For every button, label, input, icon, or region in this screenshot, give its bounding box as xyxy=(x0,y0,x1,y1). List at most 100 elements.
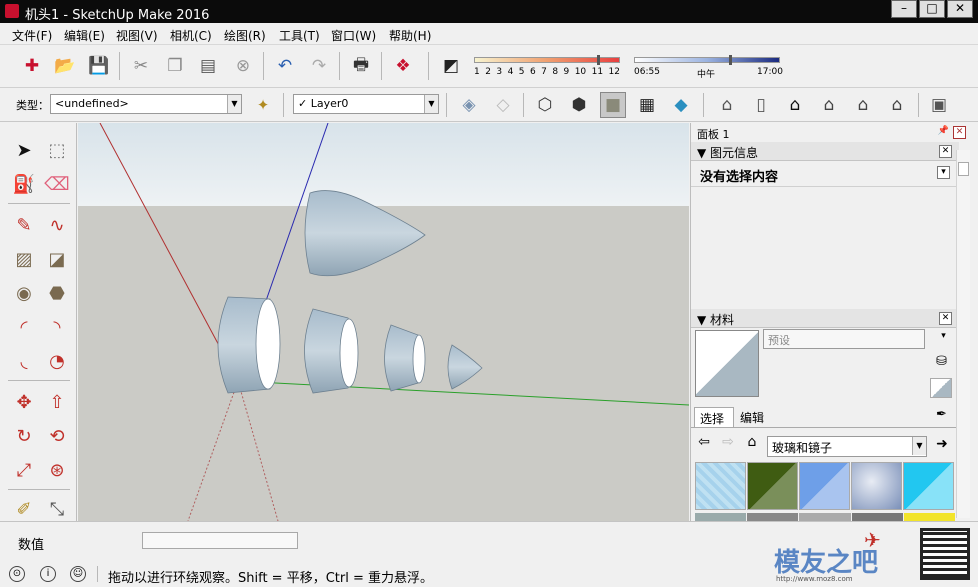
right-view-icon[interactable]: ⌂ xyxy=(816,92,842,118)
home-icon[interactable]: ⌂ xyxy=(741,431,763,453)
top-view-icon[interactable]: ▯ xyxy=(748,92,774,118)
scale-tool-icon[interactable]: ⤢ xyxy=(10,456,38,484)
shaded-icon[interactable]: ■ xyxy=(600,92,626,118)
wireframe-icon[interactable]: ⬡ xyxy=(532,92,558,118)
menu-draw[interactable]: 绘图(R) xyxy=(224,27,266,44)
large-toolset-icon[interactable]: ▣ xyxy=(926,92,952,118)
tape-measure-icon[interactable]: ✐ xyxy=(10,495,38,523)
undo-icon[interactable]: ↶ xyxy=(272,53,298,79)
back-icon[interactable]: ⇦ xyxy=(693,431,715,453)
erase-icon[interactable]: ⊗ xyxy=(230,53,256,79)
save-icon[interactable]: 💾 xyxy=(86,53,112,79)
make-component-icon[interactable]: ⬚ xyxy=(43,136,71,164)
print-icon[interactable]: 🖶 xyxy=(348,53,374,79)
panel-scrollbar[interactable] xyxy=(956,150,970,518)
chevron-down-icon[interactable]: ▼ xyxy=(424,95,438,113)
component-options-icon[interactable]: ✦ xyxy=(250,92,276,118)
eyedropper-icon[interactable]: ✒ xyxy=(935,408,948,422)
freehand-icon[interactable]: ∿ xyxy=(43,211,71,239)
create-material-icon[interactable]: ▾ xyxy=(937,331,950,344)
scrollbar-thumb[interactable] xyxy=(958,162,969,176)
polygon-tool-icon[interactable]: ⬣ xyxy=(43,279,71,307)
back-edges-icon[interactable]: ◇ xyxy=(490,92,516,118)
close-button[interactable]: ✕ xyxy=(947,0,973,18)
time-slider-thumb[interactable] xyxy=(729,55,732,65)
eraser-icon[interactable]: ⌫ xyxy=(43,170,71,198)
scene-canvas[interactable] xyxy=(78,123,689,521)
circle-tool-icon[interactable]: ◉ xyxy=(10,279,38,307)
sample-paint-icon[interactable]: ⛁ xyxy=(935,355,948,369)
menu-edit[interactable]: 编辑(E) xyxy=(64,27,105,44)
entity-info-header[interactable]: ▼ 图元信息 xyxy=(691,142,959,161)
time-slider[interactable] xyxy=(634,57,780,63)
menu-view[interactable]: 视图(V) xyxy=(116,27,158,44)
swatch-1[interactable] xyxy=(695,462,746,510)
chevron-down-icon[interactable]: ▼ xyxy=(912,437,926,455)
default-material-icon[interactable] xyxy=(930,378,952,398)
front-view-icon[interactable]: ⌂ xyxy=(782,92,808,118)
copy-icon[interactable]: ❐ xyxy=(162,53,188,79)
model-info-icon[interactable]: ❖ xyxy=(390,53,416,79)
material-library-select[interactable]: 玻璃和镜子 ▼ xyxy=(767,436,927,457)
swatch-4[interactable] xyxy=(851,462,902,510)
menu-tools[interactable]: 工具(T) xyxy=(279,27,320,44)
monochrome-icon[interactable]: ◆ xyxy=(668,92,694,118)
measurements-input[interactable] xyxy=(142,532,298,549)
swatch-2[interactable] xyxy=(747,462,798,510)
panel-close-icon[interactable]: ✕ xyxy=(953,126,966,139)
open-icon[interactable]: 📂 xyxy=(52,53,78,79)
swatch-3[interactable] xyxy=(799,462,850,510)
chevron-down-icon[interactable]: ▼ xyxy=(227,95,241,113)
paste-icon[interactable]: ▤ xyxy=(195,53,221,79)
cut-icon[interactable]: ✂ xyxy=(128,53,154,79)
paint-bucket-icon[interactable]: ⛽ xyxy=(10,170,38,198)
shaded-textures-icon[interactable]: ▦ xyxy=(634,92,660,118)
move-tool-icon[interactable]: ✥ xyxy=(10,388,38,416)
pie-tool-icon[interactable]: ◔ xyxy=(43,347,71,375)
entity-info-close-icon[interactable]: ✕ xyxy=(939,145,952,158)
user-icon[interactable]: ☺ xyxy=(70,566,86,582)
select-tool-icon[interactable]: ➤ xyxy=(10,136,38,164)
three-point-arc-icon[interactable]: ◟ xyxy=(10,347,38,375)
hidden-line-icon[interactable]: ⬢ xyxy=(566,92,592,118)
two-point-arc-icon[interactable]: ◝ xyxy=(43,313,71,341)
materials-header[interactable]: ▼ 材料 xyxy=(691,309,959,328)
line-tool-icon[interactable]: ✎ xyxy=(10,211,38,239)
rotate-tool-icon[interactable]: ↻ xyxy=(10,422,38,450)
back-view-icon[interactable]: ⌂ xyxy=(850,92,876,118)
menu-help[interactable]: 帮助(H) xyxy=(389,27,431,44)
maximize-button[interactable]: □ xyxy=(919,0,945,18)
month-slider-thumb[interactable] xyxy=(597,55,600,65)
xray-icon[interactable]: ◈ xyxy=(456,92,482,118)
menu-file[interactable]: 文件(F) xyxy=(12,27,52,44)
credits-icon[interactable]: i xyxy=(40,566,56,582)
materials-close-icon[interactable]: ✕ xyxy=(939,312,952,325)
minimize-button[interactable]: – xyxy=(891,0,917,18)
menu-camera[interactable]: 相机(C) xyxy=(170,27,212,44)
new-icon[interactable]: ✚ xyxy=(19,53,45,79)
tab-select[interactable]: 选择 xyxy=(694,407,734,427)
follow-me-icon[interactable]: ⟲ xyxy=(43,422,71,450)
left-view-icon[interactable]: ⌂ xyxy=(884,92,910,118)
swatch-5[interactable] xyxy=(903,462,954,510)
redo-icon[interactable]: ↷ xyxy=(306,53,332,79)
model-viewport[interactable] xyxy=(78,123,689,521)
material-name-input[interactable]: 预设 xyxy=(763,329,925,349)
menu-window[interactable]: 窗口(W) xyxy=(331,27,376,44)
geo-location-icon[interactable]: ⊙ xyxy=(9,566,25,582)
tab-edit[interactable]: 编辑 xyxy=(735,407,775,427)
layer-select[interactable]: ✓ Layer0 ▼ xyxy=(293,94,439,114)
forward-icon[interactable]: ⇨ xyxy=(717,431,739,453)
arc-tool-icon[interactable]: ◜ xyxy=(10,313,38,341)
dimension-tool-icon[interactable]: ⤡ xyxy=(43,495,71,523)
details-arrow-icon[interactable]: ➜ xyxy=(931,433,953,455)
type-select[interactable]: <undefined> ▼ xyxy=(50,94,242,114)
pin-icon[interactable]: 📌 xyxy=(937,126,950,139)
rotated-rectangle-icon[interactable]: ◪ xyxy=(43,245,71,273)
details-icon[interactable]: ▾ xyxy=(937,166,950,179)
offset-tool-icon[interactable]: ⊛ xyxy=(43,456,71,484)
iso-view-icon[interactable]: ⌂ xyxy=(714,92,740,118)
rectangle-tool-icon[interactable]: ▨ xyxy=(10,245,38,273)
push-pull-icon[interactable]: ⇧ xyxy=(43,388,71,416)
shadow-icon[interactable]: ◩ xyxy=(438,53,464,79)
